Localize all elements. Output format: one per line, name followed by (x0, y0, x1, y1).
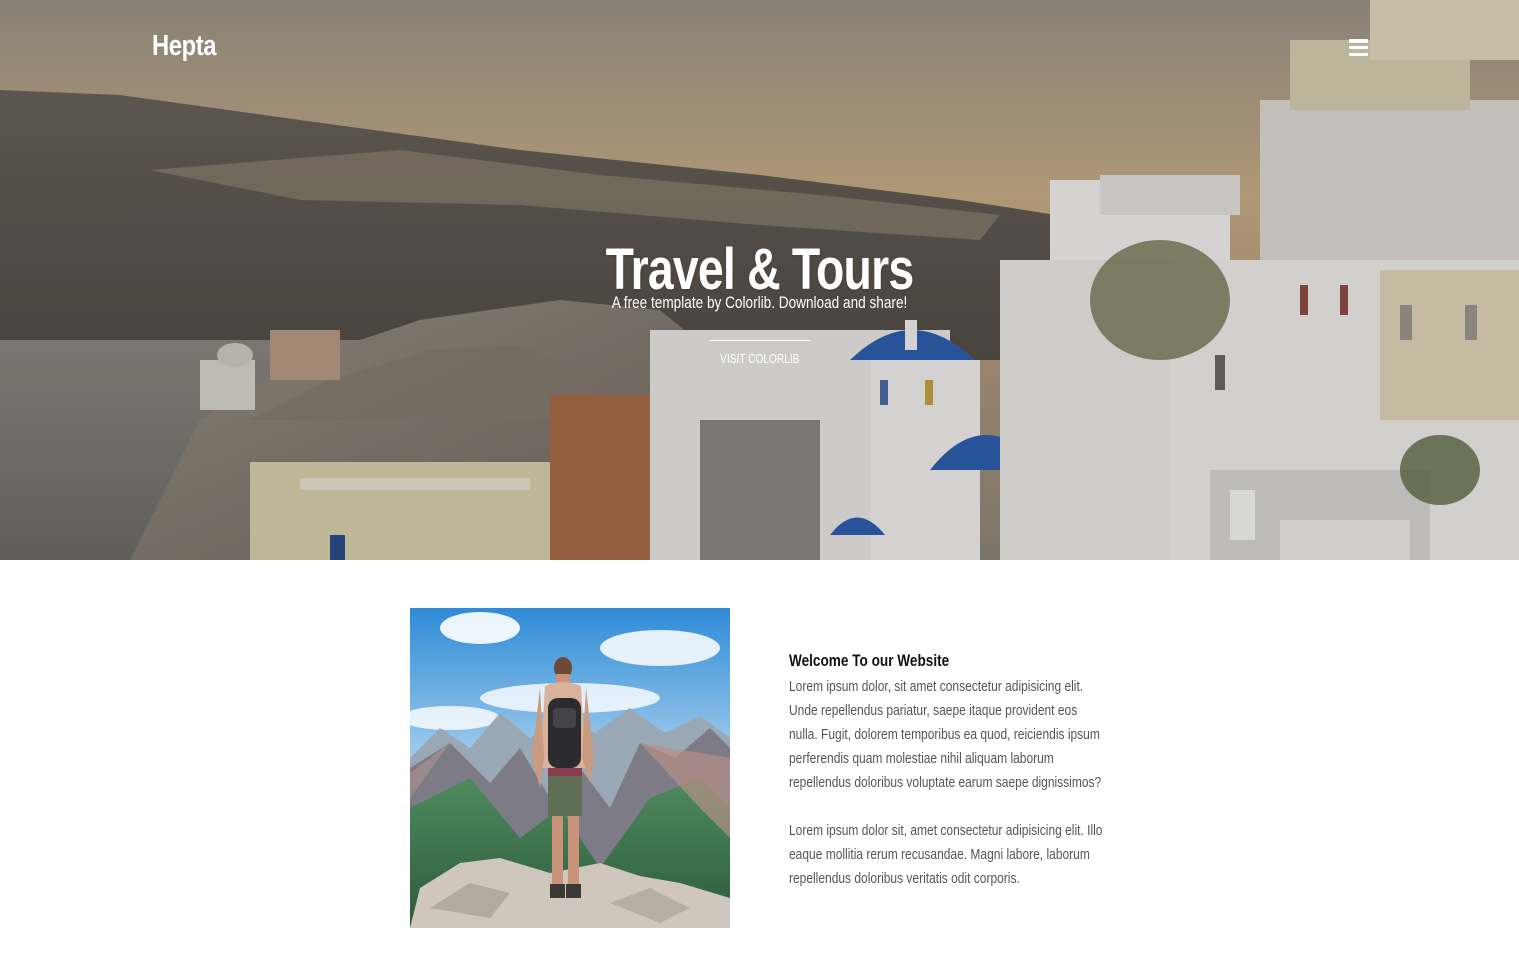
welcome-heading: Welcome To our Website (789, 651, 950, 670)
site-logo[interactable]: Hepta (152, 30, 216, 63)
welcome-paragraph-1: Lorem ipsum dolor, sit amet consectetur … (789, 678, 1102, 791)
hero-subtitle: A free template by Colorlib. Download an… (611, 293, 908, 312)
welcome-text-block: Welcome To our Website Lorem ipsum dolor… (789, 649, 1119, 891)
hiker-mountain-image (410, 608, 730, 928)
visit-colorlib-label: VISIT COLORLIB (720, 351, 800, 366)
hero-section: Hepta Travel & Tours A free template by … (0, 0, 1519, 560)
hamburger-menu-icon[interactable] (1349, 39, 1368, 57)
welcome-paragraph-2: Lorem ipsum dolor sit, amet consectetur … (789, 822, 1103, 887)
visit-colorlib-button[interactable]: VISIT COLORLIB (709, 340, 811, 366)
